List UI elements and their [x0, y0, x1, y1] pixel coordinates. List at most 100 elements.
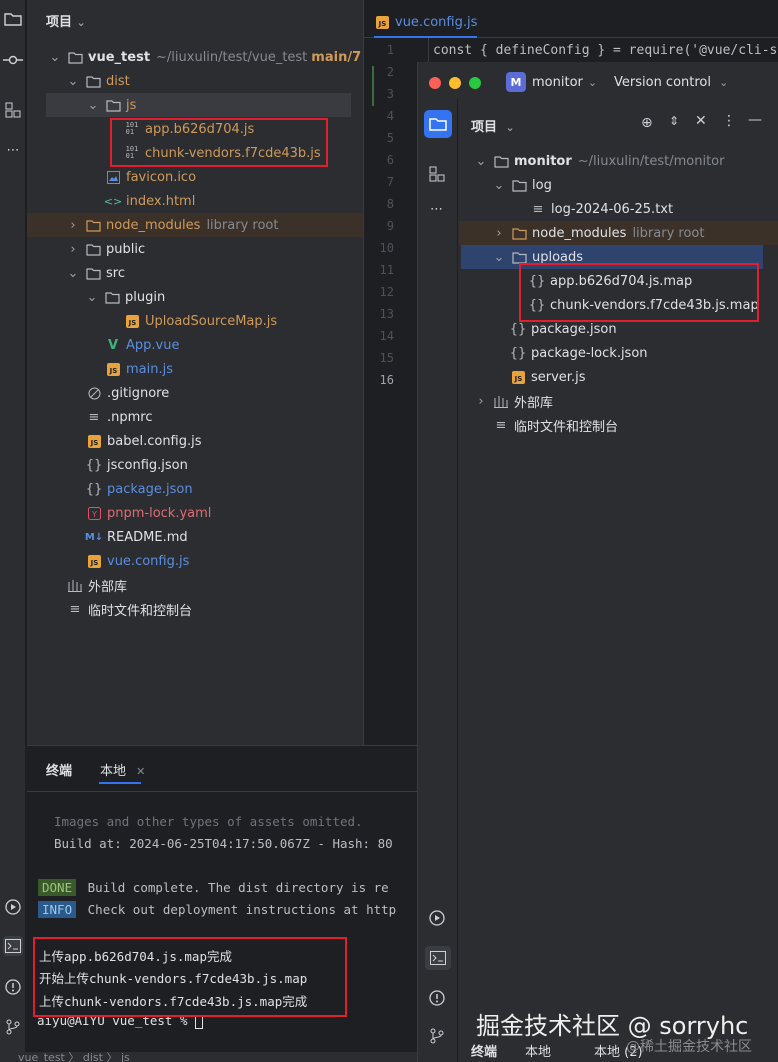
tree-item-plugin[interactable]: ⌄ plugin: [86, 285, 166, 309]
locate-icon[interactable]: ⊕: [641, 115, 653, 131]
tree-item-package-json[interactable]: {} package.json: [86, 477, 193, 501]
terminal-icon[interactable]: [425, 946, 451, 970]
structure-icon[interactable]: [3, 100, 23, 120]
tree-item-node-modules[interactable]: › node_modules library root: [459, 221, 778, 245]
status-bar: vue_test 〉 dist 〉 js: [0, 1052, 417, 1062]
chevron-right-icon: ›: [478, 393, 484, 409]
tree-item-log[interactable]: ⌄ log: [493, 173, 552, 197]
terminal-icon[interactable]: [3, 936, 23, 956]
chevron-down-icon: ⌄: [86, 289, 98, 305]
chevron-down-icon: ⌄: [493, 249, 505, 265]
monitor-tab-local[interactable]: 本地: [525, 1041, 551, 1060]
chevron-right-icon: ›: [496, 225, 502, 241]
minimize-window-button[interactable]: [449, 77, 461, 89]
close-window-button[interactable]: [429, 77, 441, 89]
run-icon[interactable]: [3, 897, 23, 917]
tree-item-pnpm-lock[interactable]: Y pnpm-lock.yaml: [86, 501, 211, 525]
tree-item-external-libs[interactable]: › 外部库: [475, 389, 553, 413]
done-badge: DONE: [38, 879, 77, 896]
terminal-tab-local[interactable]: 本地 ✕: [100, 760, 145, 779]
tree-item-node-modules[interactable]: › node_modules library root: [27, 213, 363, 237]
tree-item-app-vue[interactable]: V App.vue: [105, 333, 180, 357]
tree-item-gitignore[interactable]: .gitignore: [86, 381, 169, 405]
tree-label: node_modules: [106, 217, 201, 233]
options-icon[interactable]: ⋮: [722, 113, 736, 129]
text-file-icon: ≡: [532, 201, 544, 217]
tree-label: node_modules: [532, 225, 627, 241]
tree-item-main-js[interactable]: JS main.js: [105, 357, 173, 381]
problems-icon[interactable]: [3, 977, 23, 997]
line-number: 4: [386, 109, 394, 123]
vcs-label: Version control: [614, 75, 711, 90]
tree-root-vue-test[interactable]: ⌄ vue_test ~/liuxulin/test/vue_test main…: [49, 45, 376, 69]
more-icon[interactable]: ⋯: [3, 140, 23, 160]
project-badge: M: [506, 72, 526, 92]
vcs-menu[interactable]: Version control ⌄: [614, 75, 728, 90]
chevron-down-icon: ⌄: [493, 177, 505, 193]
tree-item-babel-config[interactable]: JS babel.config.js: [86, 429, 202, 453]
vcs-added-marker: [372, 66, 374, 106]
more-icon[interactable]: ⋯: [430, 202, 443, 217]
git-branch-icon[interactable]: [430, 1028, 444, 1048]
tree-label: package.json: [107, 481, 193, 497]
close-icon[interactable]: ✕: [136, 765, 145, 778]
tree-item-scratches[interactable]: ≡ 临时文件和控制台: [493, 413, 618, 437]
problems-icon[interactable]: [429, 990, 445, 1010]
tree-label: index.html: [126, 193, 196, 209]
zoom-window-button[interactable]: [469, 77, 481, 89]
run-icon[interactable]: [429, 910, 445, 930]
tree-item-external-libs[interactable]: 外部库: [67, 573, 127, 597]
tree-label: .npmrc: [107, 409, 153, 425]
line-number: 3: [386, 87, 394, 101]
tree-root-monitor[interactable]: ⌄ monitor ~/liuxulin/test/monitor: [475, 149, 725, 173]
tree-item-dist[interactable]: ⌄ dist: [67, 69, 130, 93]
tree-item-vue-config[interactable]: JS vue.config.js: [86, 549, 189, 573]
tab-vue-config[interactable]: JS vue.config.js: [374, 8, 478, 38]
library-root-note: library root: [632, 225, 705, 241]
line-number: 12: [379, 285, 394, 299]
tree-item-server-js[interactable]: JS server.js: [510, 365, 585, 389]
tree-label: log: [532, 177, 552, 193]
git-branch-icon[interactable]: [3, 1017, 23, 1037]
expand-all-icon[interactable]: ⇕: [669, 114, 679, 128]
image-file-icon: [105, 169, 121, 185]
tree-item-favicon[interactable]: favicon.ico: [105, 165, 196, 189]
tree-item-upload-source-map[interactable]: JS UploadSourceMap.js: [124, 309, 277, 333]
structure-icon[interactable]: [429, 166, 445, 186]
tree-item-src[interactable]: ⌄ src: [67, 261, 125, 285]
collapse-all-icon[interactable]: ✕: [695, 113, 707, 129]
minimize-panel-icon[interactable]: —: [748, 112, 762, 128]
tree-item-scratches[interactable]: ≡ 临时文件和控制台: [67, 597, 192, 621]
tree-label: UploadSourceMap.js: [145, 313, 278, 329]
project-panel-header[interactable]: 项目 ⌄: [46, 11, 86, 30]
commit-icon[interactable]: [3, 50, 23, 70]
folder-icon: [85, 217, 101, 233]
tree-item-jsconfig[interactable]: {} jsconfig.json: [86, 453, 188, 477]
tree-label: main.js: [126, 361, 173, 377]
terminal-panel: 终端 本地 ✕ Images and other types of assets…: [27, 745, 417, 1052]
monitor-panel-header[interactable]: 项目 ⌄: [471, 116, 515, 135]
tree-label: dist: [106, 73, 130, 89]
code-text: const { defineConfig } = require('@vue/c…: [433, 43, 778, 58]
monitor-window: M monitor ⌄ Version control ⌄ ⋯ 项目 ⌄ ⊕ ⇕: [417, 62, 778, 1062]
monitor-terminal-tab-title[interactable]: 终端: [471, 1041, 497, 1060]
tree-item-js[interactable]: ⌄ js: [46, 93, 351, 117]
tree-item-npmrc[interactable]: ≡ .npmrc: [86, 405, 153, 429]
folder-icon[interactable]: [424, 110, 452, 138]
folder-icon: [85, 241, 101, 257]
line-number: 5: [386, 131, 394, 145]
tree-item-package-lock[interactable]: {} package-lock.json: [510, 341, 648, 365]
folder-icon[interactable]: [3, 9, 23, 29]
terminal-tab-title[interactable]: 终端: [46, 760, 72, 779]
html-file-icon: <>: [103, 194, 123, 208]
project-switcher[interactable]: M monitor ⌄: [506, 72, 597, 92]
code-line-1[interactable]: const { defineConfig } = require('@vue/c…: [433, 43, 778, 58]
tree-label: log-2024-06-25.txt: [551, 201, 674, 217]
tree-item-log-file[interactable]: ≡ log-2024-06-25.txt: [530, 197, 674, 221]
breadcrumb[interactable]: vue_test 〉 dist 〉 js: [18, 1052, 130, 1062]
tree-item-readme[interactable]: M↓ README.md: [85, 525, 188, 549]
root-folder-name: monitor: [514, 153, 572, 169]
tree-item-index-html[interactable]: <> index.html: [103, 189, 196, 213]
tree-item-public[interactable]: › public: [67, 237, 145, 261]
library-root-note: library root: [206, 217, 279, 233]
